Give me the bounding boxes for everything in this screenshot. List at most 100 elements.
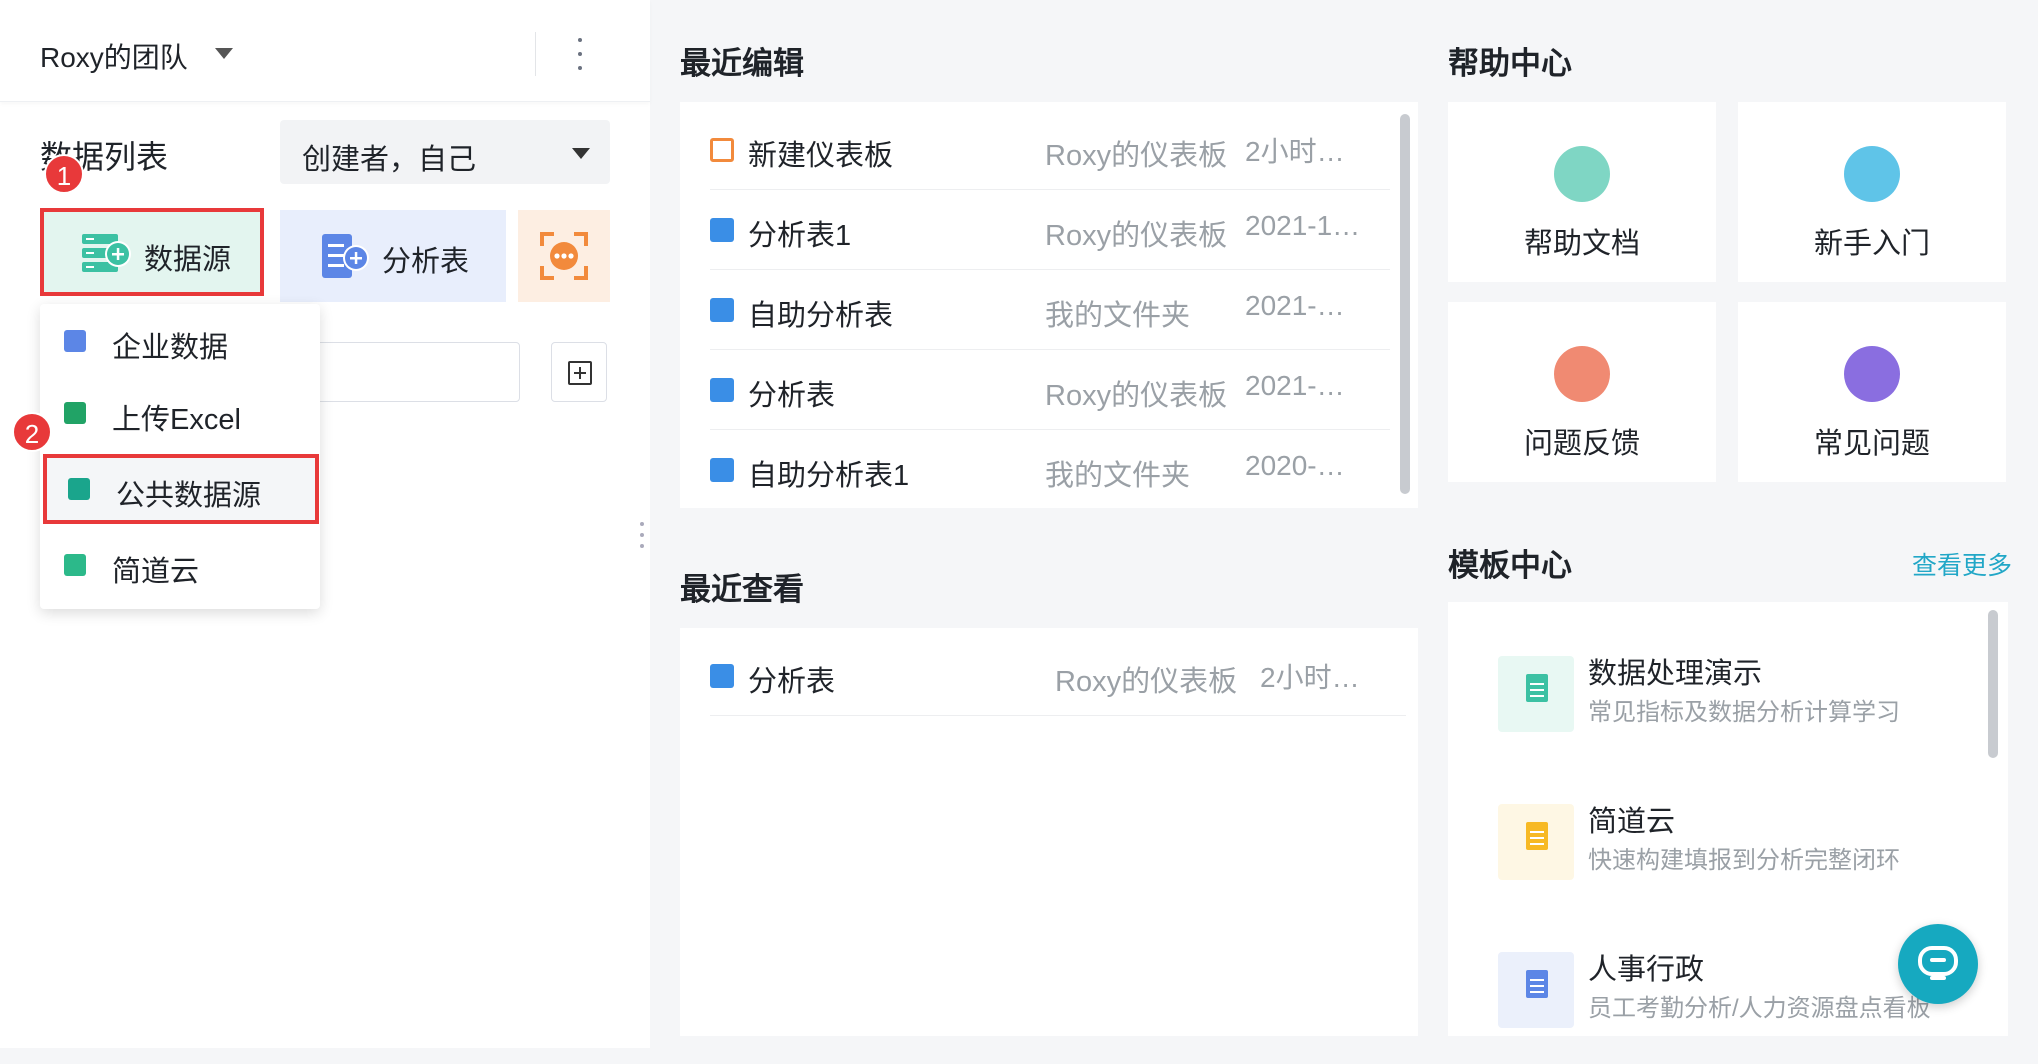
item-time: 2021-… bbox=[1245, 290, 1345, 321]
item-name: 自助分析表1 bbox=[748, 460, 910, 492]
signpost-icon bbox=[1844, 146, 1900, 202]
plus-square-icon bbox=[568, 361, 592, 385]
item-time: 2020-… bbox=[1245, 450, 1345, 481]
datasource-dropdown: 企业数据 上传Excel 公共数据源 简道云 bbox=[40, 304, 320, 609]
excel-icon bbox=[64, 402, 86, 424]
template-title: 数据处理演示 bbox=[1588, 658, 1763, 690]
template-title: 人事行政 bbox=[1588, 954, 1705, 986]
list-item[interactable]: 自助分析表 我的文件夹 2021-… bbox=[710, 270, 1390, 350]
help-tile-docs[interactable]: 帮助文档 bbox=[1448, 102, 1716, 282]
template-item[interactable]: 简道云 快速构建填报到分析完整闭环 bbox=[1498, 792, 1958, 892]
divider bbox=[535, 32, 536, 76]
list-item[interactable]: 自助分析表1 我的文件夹 2020-… bbox=[710, 430, 1390, 510]
chat-support-icon bbox=[1918, 946, 1958, 976]
item-folder: 我的文件夹 bbox=[1045, 460, 1191, 492]
team-name[interactable]: Roxy的团队 bbox=[40, 36, 188, 76]
add-datasource-button[interactable]: 数据源 bbox=[40, 208, 264, 296]
item-folder: Roxy的仪表板 bbox=[1055, 666, 1238, 698]
help-tile-label: 常见问题 bbox=[1813, 428, 1930, 460]
dropdown-item-label: 企业数据 bbox=[112, 332, 229, 364]
item-name: 分析表 bbox=[748, 380, 836, 412]
analysis-table-icon bbox=[710, 298, 734, 322]
feedback-icon bbox=[1554, 346, 1610, 402]
item-time: 2021-… bbox=[1245, 370, 1345, 401]
recent-view-title: 最近查看 bbox=[680, 572, 804, 607]
item-folder: Roxy的仪表板 bbox=[1045, 380, 1228, 412]
item-time: 2小时… bbox=[1260, 662, 1360, 693]
item-name: 分析表1 bbox=[748, 220, 852, 252]
left-panel: Roxy的团队 数据列表 创建者，自己 数据源 分析表 企业数据 上传Excel… bbox=[0, 0, 650, 1048]
document-icon bbox=[1526, 970, 1548, 998]
dropdown-item-upload-excel[interactable]: 上传Excel bbox=[40, 378, 320, 448]
template-center-title: 模板中心 bbox=[1448, 548, 1572, 583]
help-tile-feedback[interactable]: 问题反馈 bbox=[1448, 302, 1716, 482]
item-name: 自助分析表 bbox=[748, 300, 894, 332]
help-tile-getting-started[interactable]: 新手入门 bbox=[1738, 102, 2006, 282]
help-tile-label: 问题反馈 bbox=[1523, 428, 1640, 460]
item-name: 新建仪表板 bbox=[748, 140, 894, 172]
recent-edit-title: 最近编辑 bbox=[680, 46, 804, 81]
creator-filter-value: 创建者，自己 bbox=[302, 144, 477, 176]
template-desc: 员工考勤分析/人力资源盘点看板 bbox=[1588, 995, 1931, 1022]
template-item[interactable]: 人事行政 员工考勤分析/人力资源盘点看板 bbox=[1498, 940, 1958, 1036]
analysis-table-icon bbox=[710, 378, 734, 402]
template-desc: 常见指标及数据分析计算学习 bbox=[1588, 699, 1900, 726]
support-chat-button[interactable] bbox=[1898, 924, 1978, 1004]
building-icon bbox=[64, 330, 86, 352]
dropdown-item-public-datasource[interactable]: 公共数据源 bbox=[43, 454, 319, 524]
dropdown-item-enterprise-data[interactable]: 企业数据 bbox=[40, 306, 320, 376]
table-list-icon bbox=[68, 478, 90, 500]
item-time: 2021-1… bbox=[1245, 210, 1361, 241]
recent-edit-scrollbar[interactable] bbox=[1400, 114, 1410, 494]
panel-resize-handle[interactable] bbox=[640, 522, 644, 548]
dropdown-item-label: 公共数据源 bbox=[116, 480, 262, 512]
item-folder: Roxy的仪表板 bbox=[1045, 220, 1228, 252]
recent-view-card: 分析表 Roxy的仪表板 2小时… bbox=[680, 628, 1418, 1036]
template-scrollbar[interactable] bbox=[1988, 610, 1998, 758]
question-icon bbox=[1844, 346, 1900, 402]
document-icon bbox=[1526, 822, 1548, 850]
step-badge-1: 1 bbox=[44, 154, 84, 194]
add-analysis-table-button[interactable]: 分析表 bbox=[280, 210, 506, 302]
dashboard-icon bbox=[710, 138, 734, 162]
more-create-button[interactable] bbox=[518, 210, 610, 302]
item-time: 2小时… bbox=[1245, 136, 1345, 167]
dropdown-item-label: 上传Excel bbox=[112, 404, 241, 436]
template-desc: 快速构建填报到分析完整闭环 bbox=[1588, 847, 1900, 874]
help-tile-faq[interactable]: 常见问题 bbox=[1738, 302, 2006, 482]
analysis-table-add-icon bbox=[322, 234, 369, 278]
analysis-table-icon bbox=[710, 218, 734, 242]
caret-down-icon[interactable] bbox=[215, 48, 233, 59]
cloud-icon bbox=[64, 554, 86, 576]
list-item[interactable]: 分析表 Roxy的仪表板 2021-… bbox=[710, 350, 1390, 430]
list-item[interactable]: 分析表1 Roxy的仪表板 2021-1… bbox=[710, 190, 1390, 270]
help-tile-label: 新手入门 bbox=[1813, 228, 1930, 260]
list-item[interactable]: 新建仪表板 Roxy的仪表板 2小时… bbox=[710, 110, 1390, 190]
team-bar: Roxy的团队 bbox=[0, 0, 650, 102]
item-folder: 我的文件夹 bbox=[1045, 300, 1191, 332]
recent-edit-card: 新建仪表板 Roxy的仪表板 2小时… 分析表1 Roxy的仪表板 2021-1… bbox=[680, 102, 1418, 508]
add-analysis-table-label: 分析表 bbox=[382, 246, 470, 278]
add-datasource-label: 数据源 bbox=[144, 244, 232, 276]
caret-down-icon bbox=[572, 148, 590, 159]
bookmark-doc-icon bbox=[1554, 146, 1610, 202]
view-more-link[interactable]: 查看更多 bbox=[1912, 546, 2012, 582]
list-item[interactable]: 分析表 Roxy的仪表板 2小时… bbox=[710, 636, 1406, 716]
step-badge-2: 2 bbox=[12, 412, 52, 452]
template-item[interactable]: 数据处理演示 常见指标及数据分析计算学习 bbox=[1498, 644, 1958, 744]
item-name: 分析表 bbox=[748, 666, 836, 698]
chat-tail bbox=[1930, 976, 1946, 980]
dropdown-item-jiandaoyun[interactable]: 简道云 bbox=[40, 530, 320, 600]
more-vertical-icon[interactable] bbox=[572, 38, 588, 70]
more-options-icon bbox=[540, 232, 588, 280]
add-folder-button[interactable] bbox=[551, 342, 607, 402]
datasource-add-icon bbox=[82, 234, 131, 272]
help-tile-label: 帮助文档 bbox=[1523, 228, 1640, 260]
search-input[interactable] bbox=[300, 342, 520, 402]
help-center-title: 帮助中心 bbox=[1448, 46, 1572, 81]
analysis-table-icon bbox=[710, 458, 734, 482]
analysis-table-icon bbox=[710, 664, 734, 688]
template-title: 简道云 bbox=[1588, 806, 1676, 838]
item-folder: Roxy的仪表板 bbox=[1045, 140, 1228, 172]
creator-filter-select[interactable]: 创建者，自己 bbox=[280, 120, 610, 184]
